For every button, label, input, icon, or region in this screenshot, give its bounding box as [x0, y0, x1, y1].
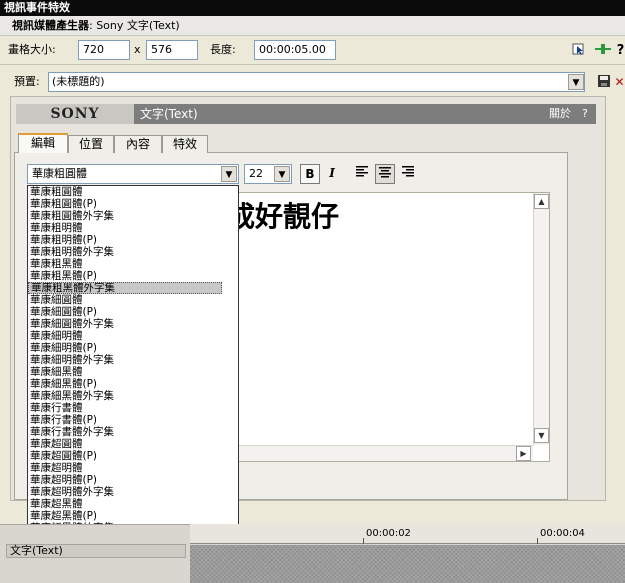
font-list-item[interactable]: 華康粗黑體外字集	[28, 282, 222, 294]
font-list-item[interactable]: 華康超圓體	[28, 438, 222, 450]
font-list-item[interactable]: 華康粗明體(P)	[28, 234, 222, 246]
scroll-right-icon[interactable]: ▶	[516, 446, 531, 461]
window-title: 視訊事件特效	[0, 0, 625, 16]
align-left-button[interactable]	[352, 164, 372, 184]
font-list-item[interactable]: 華康粗圓體	[28, 186, 222, 198]
font-list-item[interactable]: 華康細黑體外字集	[28, 390, 222, 402]
sony-logo: SONY	[16, 104, 134, 124]
editor-vertical-scrollbar[interactable]: ▲ ▼	[533, 193, 549, 445]
font-list-item[interactable]: 華康行書體外字集	[28, 426, 222, 438]
font-list-item[interactable]: 華康細圓體(P)	[28, 306, 222, 318]
align-center-button[interactable]	[375, 164, 395, 184]
font-list-item[interactable]: 華康超黑體	[28, 498, 222, 510]
font-list-item[interactable]: 華康粗圓體外字集	[28, 210, 222, 222]
font-list-item[interactable]: 華康細明體(P)	[28, 342, 222, 354]
delete-preset-icon[interactable]: ✕	[614, 74, 625, 90]
size-dropdown-button[interactable]: ▼	[274, 166, 290, 182]
ruler-mark-4s: 00:00:04	[540, 528, 585, 539]
timeline-ruler: 00:00:02 00:00:04	[190, 524, 625, 544]
align-right-button[interactable]	[398, 164, 418, 184]
font-list-item[interactable]: 華康粗明體	[28, 222, 222, 234]
split-icon[interactable]	[594, 42, 611, 58]
font-list-item[interactable]: 華康細圓體	[28, 294, 222, 306]
ruler-tick	[363, 538, 364, 544]
chevron-down-icon: ▼	[572, 78, 580, 88]
font-dropdown-list[interactable]: 華康粗圓體 華康粗圓體(P) 華康粗圓體外字集 華康粗明體 華康粗明體(P) 華康粗明體外…	[27, 185, 239, 547]
tab-position[interactable]: 位置	[68, 135, 114, 153]
text-editor[interactable]: 成好靚仔 ▲ ▼ ▶	[227, 192, 550, 462]
bold-button[interactable]: B	[300, 164, 320, 184]
frame-x-label: x	[134, 43, 141, 56]
italic-button[interactable]: I	[322, 164, 342, 184]
length-input[interactable]: 00:00:05.00	[254, 40, 336, 60]
ruler-mark-2s: 00:00:02	[366, 528, 411, 539]
font-list-item[interactable]: 華康細黑體(P)	[28, 378, 222, 390]
font-list-item[interactable]: 華康粗明體外字集	[28, 246, 222, 258]
font-list-item[interactable]: 華康行書體	[28, 402, 222, 414]
length-label: 長度:	[210, 43, 236, 56]
header-subtitle: : Sony 文字(Text)	[89, 19, 180, 32]
dialog-header: 視訊媒體產生器: Sony 文字(Text)	[0, 16, 625, 36]
chevron-down-icon: ▼	[225, 170, 233, 180]
editor-horizontal-scrollbar[interactable]: ▶	[239, 445, 533, 461]
header-title: 視訊媒體產生器	[12, 19, 89, 32]
scroll-down-icon[interactable]: ▼	[534, 428, 549, 443]
tab-content[interactable]: 內容	[114, 135, 162, 153]
about-link[interactable]: 關於	[549, 104, 571, 124]
font-list-item[interactable]: 華康超圓體(P)	[28, 450, 222, 462]
font-select[interactable]: 華康粗圓體	[27, 164, 239, 184]
pointer-icon[interactable]	[571, 42, 587, 58]
font-list-item[interactable]: 華康粗圓體(P)	[28, 198, 222, 210]
track-label[interactable]: 文字(Text)	[6, 544, 186, 558]
preset-dropdown-button[interactable]: ▼	[568, 74, 584, 90]
font-list-item[interactable]: 華康細圓體外字集	[28, 318, 222, 330]
preset-select[interactable]: (未標題的)	[48, 72, 585, 92]
font-list-item[interactable]: 華康超黑體(P)	[28, 510, 222, 522]
font-list-item[interactable]: 華康粗黑體	[28, 258, 222, 270]
scroll-up-icon[interactable]: ▲	[534, 194, 549, 209]
font-list-item[interactable]: 華康行書體(P)	[28, 414, 222, 426]
help-icon[interactable]: ?	[616, 42, 625, 58]
separator	[0, 64, 625, 65]
font-list-item[interactable]: 華康超明體	[28, 462, 222, 474]
plugin-help-link[interactable]: ?	[582, 104, 588, 124]
font-list-item[interactable]: 華康超明體外字集	[28, 486, 222, 498]
ruler-tick	[537, 538, 538, 544]
tab-effects[interactable]: 特效	[162, 135, 208, 153]
font-list-item[interactable]: 華康粗黑體(P)	[28, 270, 222, 282]
chevron-down-icon: ▼	[278, 170, 286, 180]
align-left-icon	[356, 166, 368, 177]
save-preset-icon[interactable]	[596, 74, 612, 90]
align-right-icon	[402, 166, 414, 177]
align-center-icon	[379, 167, 391, 178]
preset-label: 預置:	[14, 75, 40, 88]
font-list-item[interactable]: 華康細明體外字集	[28, 354, 222, 366]
frame-width-input[interactable]: 720	[78, 40, 130, 60]
timeline-track[interactable]	[190, 545, 625, 583]
editor-text: 成好靚仔	[227, 200, 340, 233]
font-list-item[interactable]: 華康細黑體	[28, 366, 222, 378]
frame-size-label: 畫格大小:	[8, 43, 56, 56]
plugin-name: 文字(Text)	[140, 107, 198, 121]
tab-edit[interactable]: 編輯	[18, 133, 68, 153]
frame-height-input[interactable]: 576	[146, 40, 198, 60]
font-list: 華康粗圓體 華康粗圓體(P) 華康粗圓體外字集 華康粗明體 華康粗明體(P) 華康粗明體外…	[28, 186, 222, 546]
font-list-item[interactable]: 華康細明體	[28, 330, 222, 342]
font-dropdown-button[interactable]: ▼	[221, 166, 237, 182]
font-list-item[interactable]: 華康超明體(P)	[28, 474, 222, 486]
